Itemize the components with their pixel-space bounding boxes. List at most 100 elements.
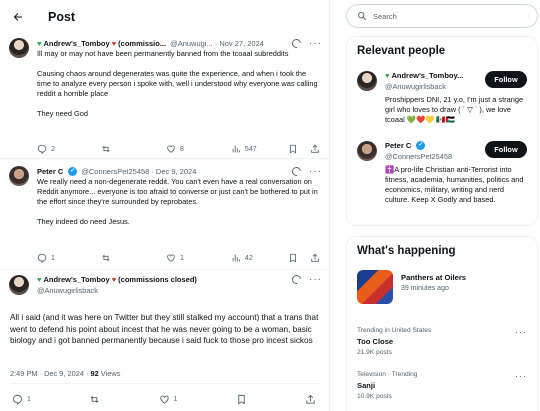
grok-icon[interactable] [290, 37, 303, 50]
share-icon[interactable] [310, 253, 320, 263]
grok-icon[interactable] [290, 273, 303, 286]
avatar[interactable] [9, 275, 29, 295]
views-icon [232, 145, 240, 153]
avatar[interactable] [9, 166, 29, 186]
red-heart-icon: ♥ [111, 39, 117, 48]
repost-icon [102, 254, 110, 262]
main-column: Post ♥ Andrew's_Tomboy ♥ (commissio... @… [0, 0, 330, 411]
heart-icon [167, 254, 175, 262]
avatar[interactable] [9, 38, 29, 58]
person-card[interactable]: ♥ Andrew's_Tomboy... @Anuwugirlisback Pr… [347, 71, 537, 131]
author-handle[interactable]: @Anuwugirlisback [37, 286, 98, 295]
red-heart-icon: ♥ [111, 275, 117, 284]
page-title: Post [48, 10, 76, 24]
more-icon[interactable]: ··· [515, 327, 527, 337]
tweet-actions: 1 1 [12, 394, 316, 405]
green-heart-icon: ♥ [385, 71, 390, 80]
person-bio: ✝️A pro-life Christian anti-Terrorist in… [385, 165, 524, 204]
search-input[interactable]: Search [346, 4, 538, 28]
like-button[interactable]: 8 [166, 144, 231, 154]
reply-icon [37, 144, 47, 154]
search-icon [358, 12, 367, 21]
trend-context: Television · Trending [357, 371, 418, 378]
tweet-text: All i said (and it was here on Twitter b… [10, 313, 319, 346]
person-name[interactable]: Peter C ✓ [385, 141, 426, 150]
author-name[interactable]: ♥ Andrew's_Tomboy ♥ (commissio... [37, 39, 166, 48]
tweet-header: ♥ Andrew's_Tomboy ♥ (commissions closed)… [37, 273, 322, 286]
event-title[interactable]: Panthers at Oilers [401, 273, 466, 282]
person-handle[interactable]: @Anuwugirlisback [385, 82, 446, 91]
share-icon [306, 394, 315, 404]
right-sidebar: Search Relevant people ♥ Andrew's_Tomboy… [338, 0, 540, 411]
trend-count: 10.9K posts [357, 393, 392, 400]
follow-button[interactable]: Follow [485, 71, 527, 88]
like-button[interactable]: 1 [166, 253, 231, 263]
trend-item[interactable]: Television · Trending Sanji 10.9K posts … [357, 371, 527, 400]
person-handle[interactable]: @ConnersPet25458 [385, 152, 452, 161]
views-button[interactable]: 42 [231, 253, 288, 263]
avatar[interactable] [357, 71, 377, 91]
repost-button[interactable] [101, 144, 166, 154]
more-icon[interactable]: ··· [309, 166, 322, 176]
person-name[interactable]: ♥ Andrew's_Tomboy... [385, 71, 463, 80]
views-label: Views [98, 369, 121, 378]
focused-tweet: ♥ Andrew's_Tomboy ♥ (commissions closed)… [0, 270, 330, 411]
green-heart-icon: ♥ [37, 275, 42, 284]
tweet-timestamp[interactable]: 2:49 PM · Dec 9, 2024 · [10, 369, 91, 378]
more-icon[interactable]: ··· [309, 38, 322, 48]
like-button[interactable]: 1 [159, 394, 177, 405]
bookmark-icon[interactable] [288, 253, 298, 263]
event-thumbnail[interactable] [357, 270, 393, 304]
event-time: 39 minutes ago [401, 285, 449, 292]
panel-title: What's happening [357, 245, 456, 257]
tweet-actions: 2 8 547 [37, 144, 320, 154]
bookmark-button[interactable] [236, 394, 247, 405]
reply-button[interactable]: 2 [37, 144, 101, 154]
tweet-text: Ill may or may not have been permanently… [37, 49, 318, 118]
person-card[interactable]: Peter C ✓ @ConnersPet25458 ✝️A pro-life … [347, 141, 537, 221]
views-button[interactable]: 547 [231, 144, 288, 154]
follow-button[interactable]: Follow [485, 141, 527, 158]
heart-icon [159, 395, 169, 404]
tweet-date[interactable]: · Dec 9, 2024 [151, 167, 196, 176]
more-icon[interactable]: ··· [309, 274, 322, 284]
views-icon [232, 254, 240, 262]
share-button[interactable] [305, 394, 316, 405]
trend-context: Trending in United States [357, 327, 432, 334]
top-bar: Post [0, 0, 329, 34]
view-count: 92 [90, 369, 99, 378]
grok-icon[interactable] [290, 165, 303, 178]
trend-item[interactable]: Trending in United States Too Close 21.9… [357, 327, 527, 356]
author-handle[interactable]: @ConnersPet25458 [81, 167, 149, 176]
tweet-header: ♥ Andrew's_Tomboy ♥ (commissio... @Anuwu… [37, 37, 322, 50]
repost-icon [102, 145, 110, 153]
tweet[interactable]: ♥ Andrew's_Tomboy ♥ (commissio... @Anuwu… [0, 34, 330, 159]
heart-icon [167, 145, 175, 153]
reply-button[interactable]: 1 [37, 253, 101, 263]
trend-name: Sanji [357, 381, 376, 390]
repost-button[interactable] [101, 253, 166, 263]
more-icon[interactable]: ··· [515, 371, 527, 381]
author-name[interactable]: ♥ Andrew's_Tomboy ♥ (commissions closed) [37, 275, 197, 284]
share-icon[interactable] [310, 144, 320, 154]
back-button[interactable] [8, 7, 28, 27]
tweet-header: Peter C ✓ @ConnersPet25458 · Dec 9, 2024… [37, 165, 322, 178]
verified-badge-icon: ✓ [416, 141, 426, 150]
reply-button[interactable]: 1 [12, 394, 31, 405]
tweet-date[interactable]: · Nov 27, 2024 [215, 39, 264, 48]
avatar[interactable] [357, 141, 377, 161]
bookmark-icon[interactable] [288, 144, 298, 154]
whats-happening-panel: What's happening Panthers at Oilers 39 m… [346, 236, 538, 411]
bookmark-icon [237, 394, 245, 405]
person-bio: Proshippers DNI, 21 y.o, I'm just a stra… [385, 95, 524, 124]
arrow-left-icon [13, 13, 22, 21]
tweet-meta: 2:49 PM · Dec 9, 2024 · 92 Views [10, 369, 120, 378]
author-handle[interactable]: @Anuwugi... [170, 39, 213, 48]
trend-count: 21.9K posts [357, 349, 392, 356]
trend-name: Too Close [357, 337, 394, 346]
repost-button[interactable] [89, 394, 100, 405]
tweet[interactable]: Peter C ✓ @ConnersPet25458 · Dec 9, 2024… [0, 159, 330, 270]
tweet-actions: 1 1 42 [37, 253, 320, 263]
author-name[interactable]: Peter C ✓ [37, 167, 78, 176]
green-heart-icon: ♥ [37, 39, 42, 48]
